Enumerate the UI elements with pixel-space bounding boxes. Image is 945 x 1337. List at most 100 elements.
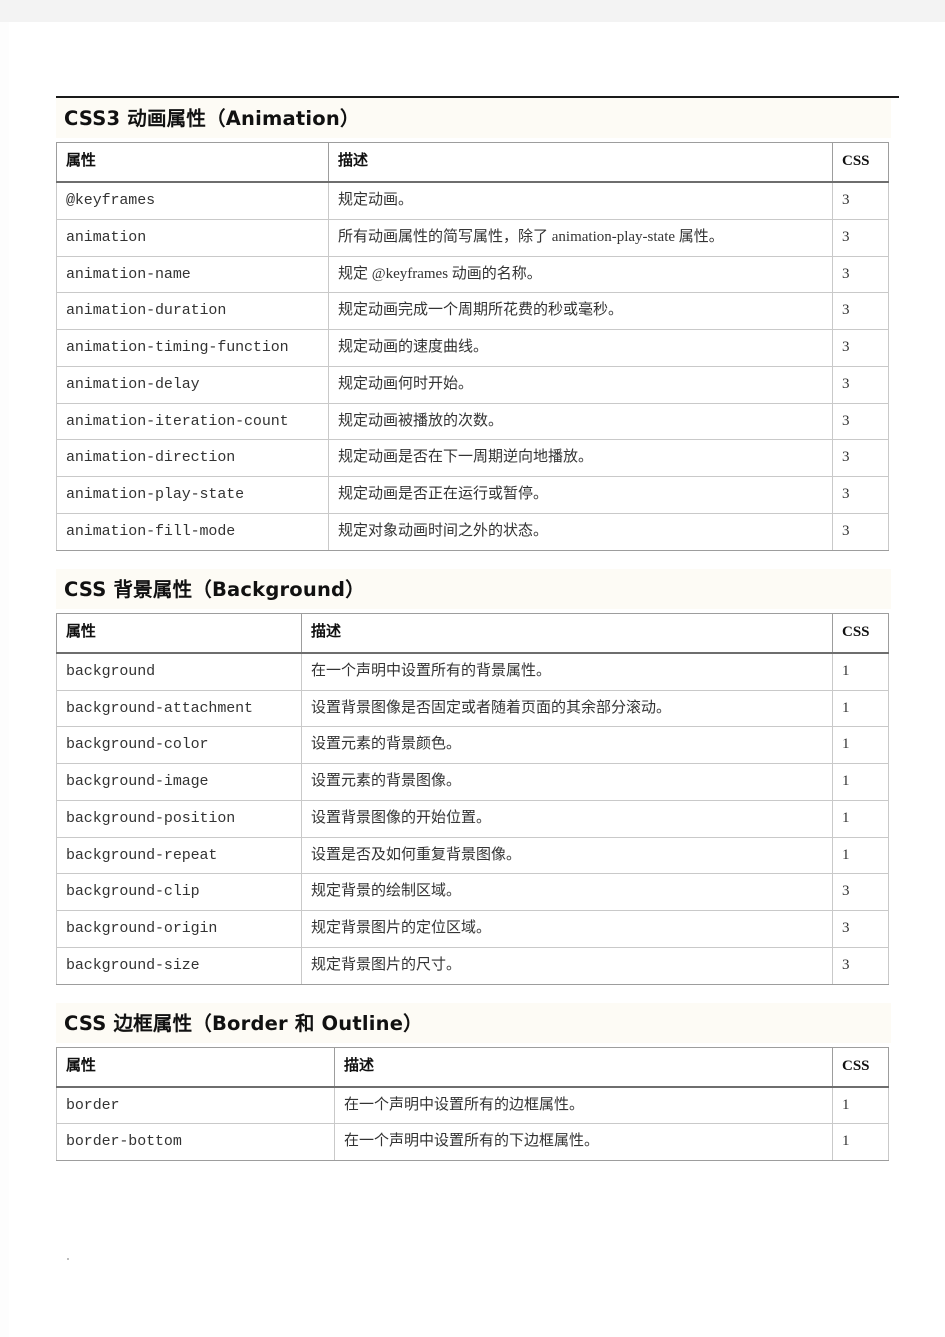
cell-property: animation	[56, 218, 329, 257]
table-row: border-bottom 在一个声明中设置所有的下边框属性。 1	[56, 1123, 889, 1162]
cell-description: 在一个声明中设置所有的下边框属性。	[334, 1123, 833, 1162]
table-row: animation 所有动画属性的简写属性，除了 animation-play-…	[56, 218, 889, 257]
column-header-description: 描述	[334, 1046, 833, 1088]
cell-description: 规定动画是否在下一周期逆向地播放。	[328, 439, 833, 478]
cell-css-version: 1	[832, 689, 889, 728]
cell-description: 所有动画属性的简写属性，除了 animation-play-state 属性。	[328, 218, 833, 257]
cell-description: 设置是否及如何重复背景图像。	[301, 836, 833, 875]
cell-property: animation-play-state	[56, 476, 329, 514]
cell-css-version: 1	[832, 1086, 889, 1125]
table-row: @keyframes 规定动画。 3	[56, 181, 889, 220]
document-content: CSS3 动画属性（Animation） 属性 描述 CSS @keyframe…	[56, 96, 945, 1179]
cell-css-version: 3	[832, 873, 889, 911]
top-gray-band	[0, 0, 945, 22]
cell-property: @keyframes	[56, 181, 329, 220]
section-title-border: CSS 边框属性（Border 和 Outline）	[56, 1002, 891, 1043]
cell-property: background-origin	[56, 910, 302, 948]
cell-description: 规定背景的绘制区域。	[301, 873, 833, 911]
cell-css-version: 3	[832, 512, 889, 551]
cell-property: background-clip	[56, 873, 302, 911]
cell-description: 规定背景图片的尺寸。	[301, 946, 833, 985]
column-header-css: CSS	[832, 612, 889, 654]
table-row: animation-name 规定 @keyframes 动画的名称。 3	[56, 255, 889, 294]
cell-css-version: 1	[832, 763, 889, 801]
cell-description: 规定动画何时开始。	[328, 365, 833, 404]
cell-css-version: 3	[832, 255, 889, 294]
cell-property: background	[56, 652, 302, 691]
cell-css-version: 3	[832, 181, 889, 220]
column-header-description: 描述	[301, 612, 833, 654]
cell-description: 规定动画的速度曲线。	[328, 329, 833, 367]
document-page: CSS3 动画属性（Animation） 属性 描述 CSS @keyframe…	[9, 22, 945, 1337]
cell-property: border	[56, 1086, 335, 1125]
section-title-background: CSS 背景属性（Background）	[56, 568, 891, 609]
cell-property: background-size	[56, 946, 302, 985]
cell-description: 设置背景图像的开始位置。	[301, 799, 833, 838]
table-row: background-attachment 设置背景图像是否固定或者随着页面的其…	[56, 689, 889, 728]
table-border: 属性 描述 CSS border 在一个声明中设置所有的边框属性。 1 bord…	[56, 1046, 889, 1162]
cell-css-version: 1	[832, 726, 889, 764]
table-row: animation-direction 规定动画是否在下一周期逆向地播放。 3	[56, 439, 889, 478]
table-row: animation-iteration-count 规定动画被播放的次数。 3	[56, 402, 889, 441]
cell-css-version: 3	[832, 292, 889, 331]
cell-description: 在一个声明中设置所有的背景属性。	[301, 652, 833, 691]
table-animation: 属性 描述 CSS @keyframes 规定动画。 3 animation 所…	[56, 142, 889, 551]
cell-property: animation-delay	[56, 365, 329, 404]
cell-description: 设置元素的背景图像。	[301, 763, 833, 801]
table-row: animation-timing-function 规定动画的速度曲线。 3	[56, 329, 889, 367]
cell-description: 设置元素的背景颜色。	[301, 726, 833, 764]
cell-css-version: 3	[832, 946, 889, 985]
column-header-css: CSS	[832, 1046, 889, 1088]
cell-description: 设置背景图像是否固定或者随着页面的其余部分滚动。	[301, 689, 833, 728]
cell-property: animation-fill-mode	[56, 512, 329, 551]
cell-property: background-position	[56, 799, 302, 838]
cell-property: background-attachment	[56, 689, 302, 728]
cell-description: 规定动画是否正在运行或暂停。	[328, 476, 833, 514]
cell-description: 在一个声明中设置所有的边框属性。	[334, 1086, 833, 1125]
table-row: background-origin 规定背景图片的定位区域。 3	[56, 910, 889, 948]
cell-description: 规定动画被播放的次数。	[328, 402, 833, 441]
column-header-description: 描述	[328, 142, 833, 184]
cell-property: background-repeat	[56, 836, 302, 875]
cell-description: 规定动画。	[328, 181, 833, 220]
section-title-animation: CSS3 动画属性（Animation）	[56, 98, 891, 139]
cell-description: 规定对象动画时间之外的状态。	[328, 512, 833, 551]
cell-css-version: 1	[832, 799, 889, 838]
cell-css-version: 1	[832, 1123, 889, 1162]
table-row: background-repeat 设置是否及如何重复背景图像。 1	[56, 836, 889, 875]
left-gutter	[0, 22, 9, 1337]
cell-property: background-color	[56, 726, 302, 764]
column-header-property: 属性	[56, 1046, 335, 1088]
table-row: background-image 设置元素的背景图像。 1	[56, 763, 889, 801]
cell-css-version: 3	[832, 439, 889, 478]
cell-description: 规定动画完成一个周期所花费的秒或毫秒。	[328, 292, 833, 331]
table-row: background-position 设置背景图像的开始位置。 1	[56, 799, 889, 838]
table-background: 属性 描述 CSS background 在一个声明中设置所有的背景属性。 1 …	[56, 612, 889, 985]
cell-description: 规定 @keyframes 动画的名称。	[328, 255, 833, 294]
cell-property: animation-name	[56, 255, 329, 294]
table-row: animation-play-state 规定动画是否正在运行或暂停。 3	[56, 476, 889, 514]
table-row: border 在一个声明中设置所有的边框属性。 1	[56, 1086, 889, 1125]
cell-property: animation-duration	[56, 292, 329, 331]
section-background: CSS 背景属性（Background） 属性 描述 CSS backgroun…	[56, 568, 945, 985]
cell-property: animation-timing-function	[56, 329, 329, 367]
table-row: background-clip 规定背景的绘制区域。 3	[56, 873, 889, 911]
scan-speck-bottom	[67, 1258, 69, 1260]
column-header-property: 属性	[56, 612, 302, 654]
table-header-row: 属性 描述 CSS	[56, 612, 889, 654]
cell-css-version: 1	[832, 836, 889, 875]
cell-property: border-bottom	[56, 1123, 335, 1162]
cell-css-version: 3	[832, 365, 889, 404]
cell-css-version: 3	[832, 218, 889, 257]
section-animation: CSS3 动画属性（Animation） 属性 描述 CSS @keyframe…	[56, 98, 945, 551]
cell-css-version: 1	[832, 652, 889, 691]
cell-css-version: 3	[832, 476, 889, 514]
column-header-css: CSS	[832, 142, 889, 184]
cell-css-version: 3	[832, 402, 889, 441]
table-row: animation-delay 规定动画何时开始。 3	[56, 365, 889, 404]
column-header-property: 属性	[56, 142, 329, 184]
table-header-row: 属性 描述 CSS	[56, 142, 889, 184]
table-row: animation-fill-mode 规定对象动画时间之外的状态。 3	[56, 512, 889, 551]
table-row: background 在一个声明中设置所有的背景属性。 1	[56, 652, 889, 691]
cell-css-version: 3	[832, 910, 889, 948]
